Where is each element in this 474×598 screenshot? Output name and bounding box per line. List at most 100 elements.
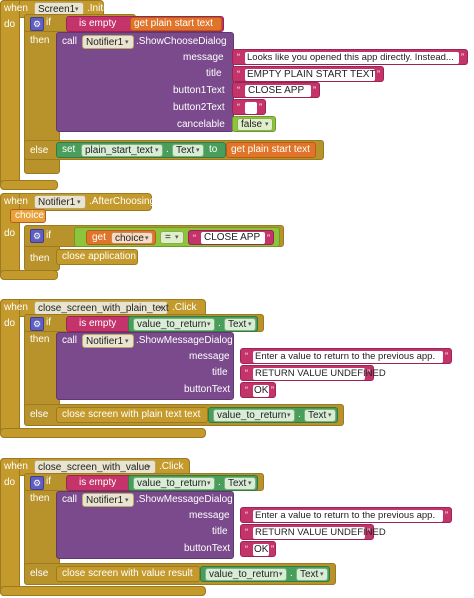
text-field-title[interactable]: EMPTY PLAIN START TEXT (245, 69, 376, 81)
close-prop: value_to_return (217, 410, 287, 421)
open-quote: “ (193, 233, 196, 243)
text-field-message[interactable]: Looks like you opened this app directly.… (245, 52, 459, 64)
text-block-button[interactable]: “ OK ” (240, 541, 276, 557)
getter-block[interactable]: value_to_return ▾ . Text ▾ (128, 475, 258, 491)
boolean-block-cancelable[interactable]: false ▾ (232, 116, 276, 132)
value-prop: value_to_return (137, 478, 207, 489)
open-quote: “ (237, 69, 240, 79)
getter-block[interactable]: value_to_return ▾ . Text ▾ (128, 316, 258, 332)
text-block-message[interactable]: “ Looks like you opened this app directl… (232, 49, 468, 65)
text-block-message[interactable]: “ Enter a value to return to the previou… (240, 507, 452, 523)
do-label: do (4, 19, 16, 30)
getter-property-dropdown[interactable]: Text ▾ (224, 477, 256, 490)
notifier-dropdown[interactable]: Notifier1 ▾ (82, 334, 134, 348)
get-plain-start-text-block[interactable]: get plain start text (130, 17, 222, 31)
getter-property-dropdown[interactable]: Text ▾ (224, 318, 256, 331)
close-type: Text (300, 569, 319, 580)
chevron-down-icon: ▾ (125, 39, 129, 46)
chevron-down-icon: ▾ (77, 199, 81, 206)
close-getter-block[interactable]: value_to_return ▾ . Text ▾ (200, 566, 330, 582)
component-name: Notifier1 (38, 197, 76, 208)
close-getter-property-dropdown[interactable]: Text ▾ (304, 409, 336, 422)
event-name: .Click (159, 461, 184, 472)
text-field-button[interactable]: OK (253, 544, 269, 556)
to-label: to (209, 144, 218, 155)
close-getter-block[interactable]: value_to_return ▾ . Text ▾ (208, 407, 338, 423)
text-field-button[interactable]: OK (253, 385, 269, 397)
text-field-compare[interactable]: CLOSE APP (201, 232, 265, 244)
operator-dropdown[interactable]: = ▾ (160, 231, 184, 244)
get-plain-start-text-block-2[interactable]: get plain start text (226, 142, 316, 158)
var-dropdown[interactable]: choice ▾ (111, 232, 153, 244)
close-screen-plain-text-block[interactable]: close screen with plain text text (56, 407, 208, 423)
if-label: if (46, 317, 51, 328)
text-field-title[interactable]: RETURN VALUE UNDEFINED (253, 527, 386, 539)
set-component-dropdown[interactable]: plain_start_text ▾ (81, 144, 163, 157)
chevron-down-icon: ▾ (155, 147, 159, 154)
open-quote: “ (245, 368, 248, 378)
close-application-block[interactable]: close application (56, 249, 138, 265)
text-field-button1[interactable]: CLOSE APP (245, 85, 311, 97)
notifier-dropdown[interactable]: Notifier1 ▾ (82, 493, 134, 507)
text-field-button2[interactable] (245, 102, 257, 114)
is-empty-label: is empty (79, 477, 117, 488)
component-dropdown[interactable]: Notifier1 ▾ (34, 195, 86, 209)
when-label: when (4, 196, 28, 207)
message-value: Looks like you opened this app directly.… (247, 52, 454, 63)
text-block-title[interactable]: “ EMPTY PLAIN START TEXT ” (232, 66, 384, 82)
text-block-button[interactable]: “ OK ” (240, 382, 276, 398)
then-label: then (30, 334, 50, 345)
else-label: else (30, 409, 49, 420)
open-quote: “ (237, 102, 240, 112)
text-block-message[interactable]: “ Enter a value to return to the previou… (240, 348, 452, 364)
text-field-message[interactable]: Enter a value to return to the previous … (253, 510, 443, 522)
close-getter-property-dropdown[interactable]: Text ▾ (296, 568, 328, 581)
text-block-compare[interactable]: “ CLOSE APP ” (188, 230, 274, 245)
open-quote: “ (245, 510, 248, 520)
do-label: do (4, 477, 16, 488)
param-label-title: title (206, 68, 222, 79)
close-screen-value-block[interactable]: close screen with value result (56, 566, 200, 582)
is-empty-label: is empty (79, 318, 117, 329)
close-quote: ” (367, 368, 370, 378)
compare-value: CLOSE APP (204, 232, 261, 243)
param-label-buttontext: buttonText (184, 543, 231, 554)
boolean-dropdown[interactable]: false ▾ (237, 118, 273, 131)
title-value: EMPTY PLAIN START TEXT (247, 69, 376, 80)
gear-icon[interactable]: ⚙ (30, 229, 44, 243)
text-field-message[interactable]: Enter a value to return to the previous … (253, 351, 443, 363)
getter-component-dropdown[interactable]: value_to_return ▾ (133, 477, 215, 490)
param-label-button2text: button2Text (173, 102, 225, 113)
get-label: get (92, 232, 106, 243)
param-label-buttontext: buttonText (184, 384, 231, 395)
close-getter-component-dropdown[interactable]: value_to_return ▾ (213, 409, 295, 422)
param-choice[interactable]: choice (10, 209, 46, 223)
text-block-button2[interactable]: “ ” (232, 99, 266, 115)
close-getter-component-dropdown[interactable]: value_to_return ▾ (205, 568, 287, 581)
gear-icon[interactable]: ⚙ (30, 317, 44, 331)
chevron-down-icon: ▾ (125, 497, 129, 504)
text-field-title[interactable]: RETURN VALUE UNDEFINED (253, 368, 386, 380)
text-block-button1[interactable]: “ CLOSE APP ” (232, 82, 320, 98)
setter-property: plain_start_text (85, 145, 153, 156)
chevron-down-icon: ▾ (265, 121, 269, 128)
dot-label: . (166, 144, 169, 155)
text-block-title[interactable]: “ RETURN VALUE UNDEFINED ” (240, 365, 386, 381)
notifier-dropdown[interactable]: Notifier1 ▾ (82, 35, 134, 49)
component-dropdown[interactable]: close_screen_with_plain_text ▾ (34, 301, 169, 315)
then-label: then (30, 253, 50, 264)
gear-icon[interactable]: ⚙ (30, 476, 44, 490)
get-choice-block[interactable]: get choice ▾ (86, 230, 156, 245)
call-label: call (62, 494, 78, 505)
param-label-message: message (189, 510, 230, 521)
call-label: call (62, 36, 78, 47)
component-dropdown[interactable]: close_screen_with_value ▾ (34, 460, 156, 474)
set-property-dropdown[interactable]: Text ▾ (172, 144, 204, 157)
getter-component-dropdown[interactable]: value_to_return ▾ (133, 318, 215, 331)
text-block-title[interactable]: “ RETURN VALUE UNDEFINED ” (240, 524, 386, 540)
set-text-block[interactable]: set plain_start_text ▾ . Text ▾ to (56, 142, 226, 158)
close-type: Text (308, 410, 327, 421)
gear-icon[interactable]: ⚙ (30, 17, 44, 31)
param-label-cancelable: cancelable (177, 119, 225, 130)
chevron-down-icon: ▾ (248, 480, 252, 487)
